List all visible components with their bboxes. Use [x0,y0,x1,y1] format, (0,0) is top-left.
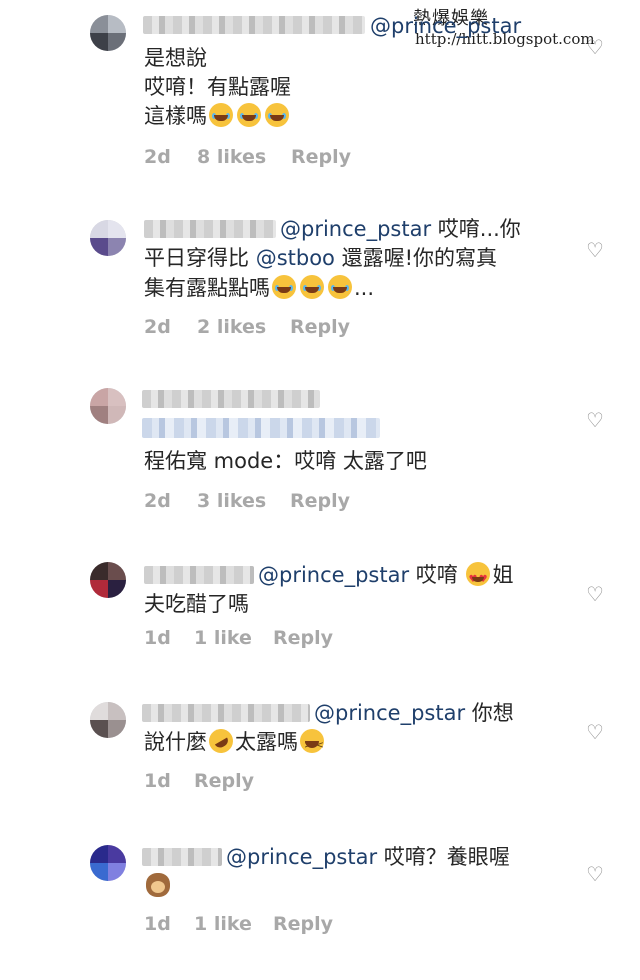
comment-text: 還露喔!你的寫真 [334,246,497,270]
reply-button[interactable]: Reply [273,627,333,649]
comment-text-line: 哎唷！有點露喔 [144,75,291,99]
comment-text-line: @prince_pstar 哎唷？養眼喔 [226,843,510,872]
timestamp: 1d [144,770,171,792]
heart-eyes-icon [466,562,491,594]
comment-text-line: 夫吃醋了嗎 [144,592,249,616]
reply-button[interactable]: Reply [290,316,350,338]
username-blurred[interactable] [142,390,320,408]
comment-text-line: 是想說 [144,46,207,70]
timestamp: 2d [144,146,171,168]
comment-text: 平日穿得比 [144,246,256,270]
avatar[interactable] [90,388,126,424]
comment-text: 姐 [492,563,514,587]
likes-count[interactable]: 1 like [194,627,252,649]
heart-outline-icon[interactable]: ♡ [584,36,606,58]
comment-text: ... [354,276,375,300]
heart-outline-icon[interactable]: ♡ [584,863,606,885]
comment-mention[interactable]: @prince_pstar [370,12,521,41]
face-with-tears-of-joy-icon [328,275,352,299]
heart-outline-icon[interactable]: ♡ [584,239,606,261]
comment-text: 哎唷 [409,563,465,587]
avatar[interactable] [90,702,126,738]
likes-count[interactable]: 2 likes [197,316,266,338]
avatar[interactable] [90,562,126,598]
avatar[interactable] [90,220,126,256]
comment-text-line [144,872,172,901]
comment-text-line: 說什麼 太露嗎 [144,724,326,760]
comment-text-line: 這樣嗎 [144,102,291,131]
comment-text: 哎唷？養眼喔 [377,845,510,869]
comment-mention[interactable]: @prince_pstar [226,845,377,869]
blurred-line [142,418,380,438]
likes-count[interactable]: 1 like [194,913,252,935]
username-blurred[interactable] [144,566,254,584]
avatar[interactable] [90,845,126,881]
face-with-tears-of-joy-icon [265,103,289,127]
username-blurred[interactable] [142,704,310,722]
timestamp: 2d [144,490,171,512]
timestamp: 1d [144,627,171,649]
comment-mention[interactable]: @prince_pstar [280,217,431,241]
comment-mention[interactable]: @prince_pstar [314,701,465,725]
username-blurred[interactable] [142,848,222,866]
heart-outline-icon[interactable]: ♡ [584,721,606,743]
likes-count[interactable]: 3 likes [197,490,266,512]
comment-text: 你想 [465,701,514,725]
face-with-tears-of-joy-icon [300,275,324,299]
reply-button[interactable]: Reply [291,146,351,168]
face-with-tears-of-joy-icon [209,103,233,127]
face-with-tears-of-joy-icon [237,103,261,127]
grinning-squinting-icon [300,729,324,760]
comment-text: 太露嗎 [235,730,298,754]
comment-text-line: @prince_pstar 哎唷...你 [280,215,521,244]
comment-text: 集有露點點嗎 [144,276,270,300]
comment-mention[interactable]: @prince_pstar [258,563,409,587]
comment-text: 哎唷...你 [431,217,521,241]
username-blurred[interactable] [143,16,365,34]
timestamp: 1d [144,913,171,935]
see-no-evil-monkey-icon [146,873,170,897]
comment-text-line: 程佑寬 mode：哎唷 太露了吧 [144,449,427,473]
rolling-laughing-icon [204,724,238,758]
comment-text-line: @prince_pstar 你想 [314,699,514,728]
comment-text-line: 集有露點點嗎... [144,274,374,303]
username-blurred[interactable] [144,220,276,238]
heart-outline-icon[interactable]: ♡ [584,583,606,605]
comment-text-line: 平日穿得比 @stboo 還露喔!你的寫真 [144,244,497,273]
comment-mention[interactable]: @stboo [256,246,335,270]
avatar[interactable] [90,15,126,51]
comment-text: 這樣嗎 [144,104,207,128]
face-with-tears-of-joy-icon [272,275,296,299]
reply-button[interactable]: Reply [194,770,254,792]
timestamp: 2d [144,316,171,338]
comment-text: 說什麼 [144,730,207,754]
reply-button[interactable]: Reply [273,913,333,935]
likes-count[interactable]: 8 likes [197,146,266,168]
reply-button[interactable]: Reply [290,490,350,512]
comment-text-line: @prince_pstar 哎唷 姐 [258,561,514,594]
heart-outline-icon[interactable]: ♡ [584,409,606,431]
